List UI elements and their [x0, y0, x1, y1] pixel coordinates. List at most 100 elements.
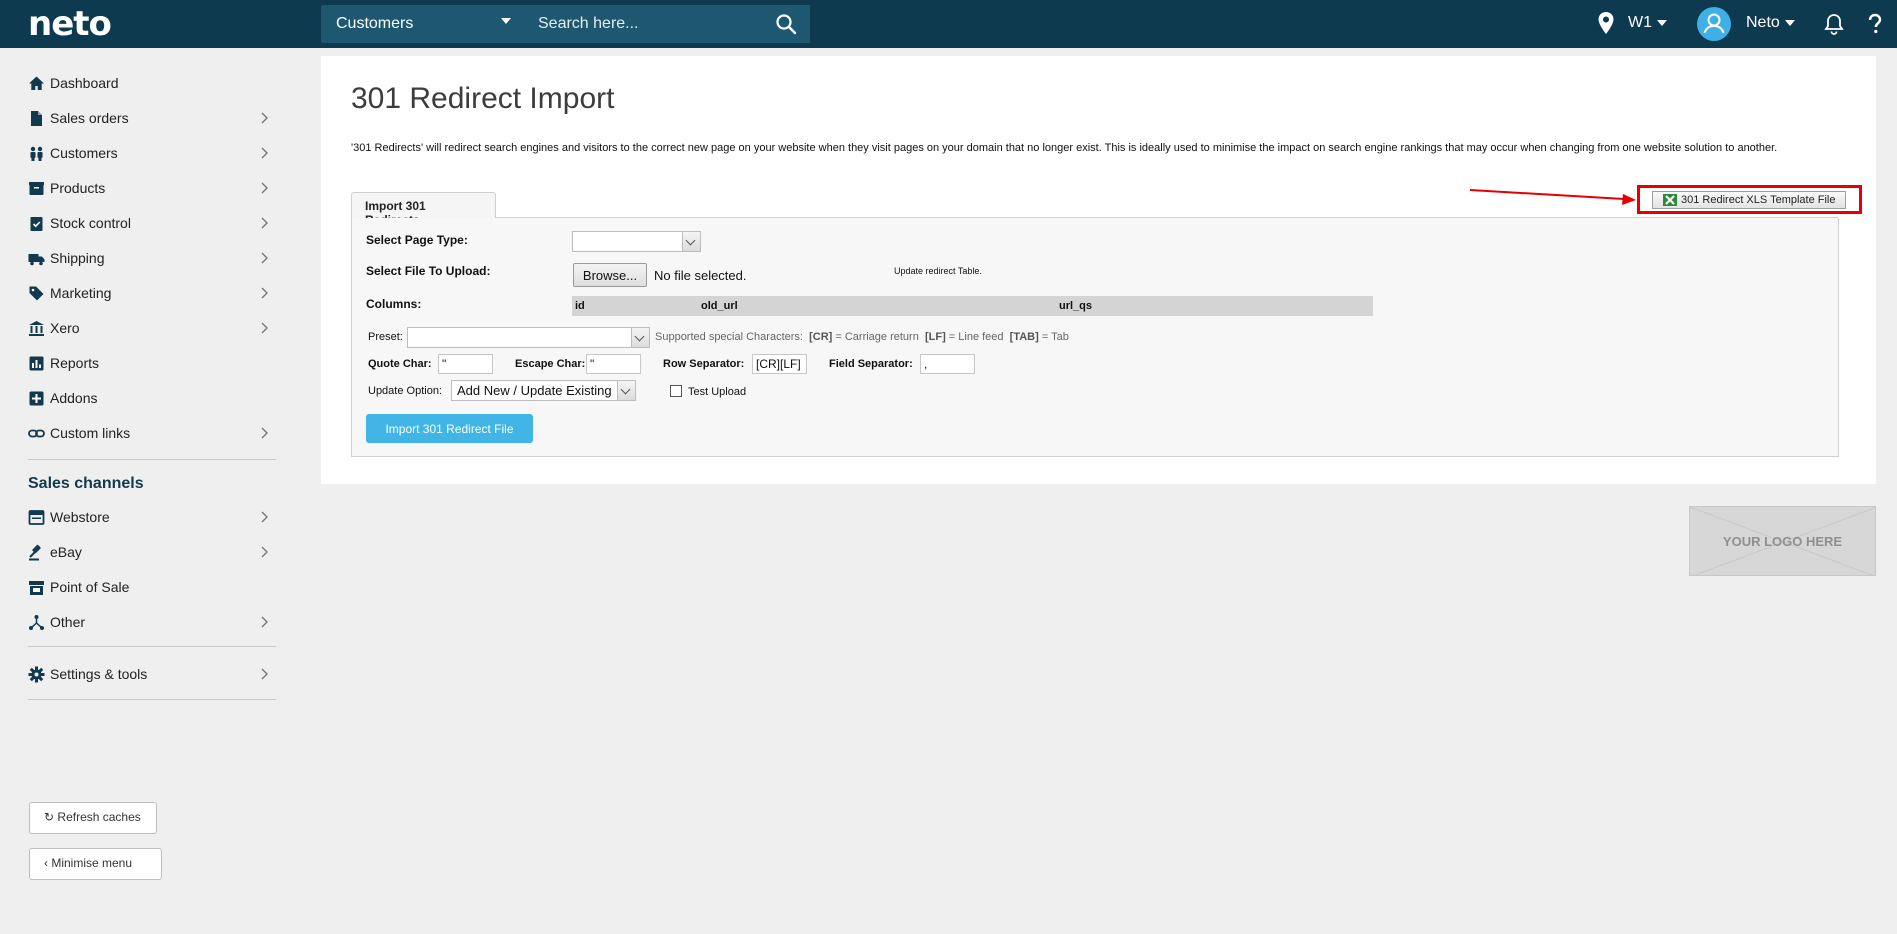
- import-redirect-file-button[interactable]: Import 301 Redirect File: [366, 414, 533, 443]
- row-separator-label: Row Separator:: [663, 358, 745, 370]
- sidebar-item-marketing[interactable]: Marketing: [28, 282, 272, 306]
- caret-down-icon: [1784, 19, 1795, 26]
- chevron-right-icon: [261, 252, 268, 264]
- network-icon: [29, 615, 44, 630]
- special-char-code: [CR]: [809, 331, 833, 343]
- gear-icon: [28, 666, 45, 683]
- clipboard-check-icon: [30, 217, 43, 231]
- sidebar-item-xero[interactable]: Xero: [28, 317, 272, 341]
- escape-char-label: Escape Char:: [515, 358, 586, 370]
- sidebar-item-settings-tools[interactable]: Settings & tools: [28, 663, 272, 687]
- users-icon: [30, 146, 43, 161]
- sidebar-item-stock-control[interactable]: Stock control: [28, 212, 272, 236]
- sidebar-item-ebay[interactable]: eBay: [28, 541, 272, 565]
- dropdown-arrow-icon: [631, 328, 649, 347]
- preset-label: Preset:: [368, 331, 403, 343]
- sidebar-item-customers[interactable]: Customers: [28, 142, 272, 166]
- page-type-select[interactable]: [572, 231, 701, 252]
- sidebar-item-custom-links[interactable]: Custom links: [28, 422, 272, 446]
- excel-icon: [1663, 194, 1677, 206]
- chevron-right-icon: [261, 287, 268, 299]
- chevron-left-icon: ‹: [44, 856, 48, 870]
- sidebar-item-reports[interactable]: Reports: [28, 352, 272, 376]
- field-separator-input[interactable]: ,: [920, 354, 975, 374]
- plus-square-icon: [29, 391, 44, 406]
- preset-select[interactable]: [407, 327, 650, 348]
- sidebar-item-label: Sales orders: [50, 110, 129, 126]
- user-menu[interactable]: Neto: [1746, 14, 1795, 32]
- update-option-label: Update Option:: [368, 385, 442, 397]
- refresh-caches-label: Refresh caches: [57, 810, 141, 824]
- home-icon: [29, 76, 44, 90]
- special-characters-label: Supported special Characters:: [655, 331, 803, 343]
- refresh-caches-button[interactable]: ↻ Refresh caches: [29, 802, 157, 834]
- chevron-right-icon: [261, 511, 268, 523]
- sidebar-divider: [28, 459, 276, 460]
- minimise-menu-button[interactable]: ‹ Minimise menu: [29, 848, 162, 880]
- sidebar-item-label: Reports: [50, 355, 100, 371]
- xls-template-download-button[interactable]: 301 Redirect XLS Template File: [1652, 191, 1846, 209]
- sidebar-item-point-of-sale[interactable]: Point of Sale: [28, 576, 272, 600]
- neto-logo[interactable]: neto: [28, 4, 112, 44]
- bell-icon[interactable]: [1824, 13, 1844, 35]
- sidebar-item-shipping[interactable]: Shipping: [28, 247, 272, 271]
- sidebar-divider: [28, 699, 276, 700]
- help-icon[interactable]: [1866, 13, 1884, 35]
- bar-chart-icon: [29, 356, 44, 371]
- sidebar-item-label: Xero: [50, 320, 80, 336]
- test-upload-label: Test Upload: [688, 386, 747, 398]
- browse-file-button[interactable]: Browse...: [573, 263, 647, 287]
- test-upload-checkbox[interactable]: [670, 385, 682, 397]
- logo-placeholder: YOUR LOGO HERE: [1689, 506, 1876, 576]
- special-char-desc: = Tab: [1041, 331, 1069, 343]
- quote-char-input[interactable]: ": [438, 354, 493, 374]
- truck-icon: [28, 254, 45, 266]
- escape-char-input[interactable]: ": [586, 354, 641, 374]
- sidebar-item-label: eBay: [50, 544, 82, 560]
- special-characters-info: Supported special Characters: [CR] = Car…: [655, 331, 1069, 343]
- store-icon: [29, 581, 44, 595]
- user-name: Neto: [1746, 14, 1780, 31]
- search-input[interactable]: [524, 5, 810, 43]
- window-icon: [28, 510, 45, 525]
- row-separator-input[interactable]: [CR][LF]: [752, 354, 807, 374]
- sidebar-item-label: Point of Sale: [50, 579, 130, 595]
- field-separator-label: Field Separator:: [829, 358, 913, 370]
- update-option-select[interactable]: Add New / Update Existing: [451, 380, 636, 401]
- location-selector[interactable]: W1: [1628, 14, 1667, 32]
- dropdown-arrow-icon: [617, 381, 635, 400]
- sidebar-item-sales-orders[interactable]: Sales orders: [28, 107, 272, 131]
- update-table-note: Update redirect Table.: [894, 266, 982, 276]
- link-icon: [28, 429, 45, 438]
- minimise-menu-label: Minimise menu: [51, 856, 133, 870]
- search-category-select[interactable]: Customers: [321, 5, 524, 43]
- sidebar-item-webstore[interactable]: Webstore: [28, 506, 272, 530]
- sidebar-item-label: Addons: [50, 390, 98, 406]
- chevron-right-icon: [261, 112, 268, 124]
- columns-label: Columns:: [366, 297, 422, 311]
- sidebar-item-label: Settings & tools: [50, 666, 148, 682]
- sidebar-item-label: Other: [50, 614, 86, 630]
- sidebar-item-other[interactable]: Other: [28, 611, 272, 635]
- sidebar-item-label: Products: [50, 180, 106, 196]
- location-pin-icon[interactable]: [1597, 11, 1615, 35]
- quote-char-label: Quote Char:: [368, 358, 432, 370]
- special-char-code: [LF]: [924, 331, 946, 343]
- sidebar-item-label: Dashboard: [50, 75, 119, 91]
- sidebar-item-label: Customers: [50, 145, 118, 161]
- sidebar-item-products[interactable]: Products: [28, 177, 272, 201]
- caret-down-icon: [1657, 19, 1667, 26]
- search-bar: Customers: [321, 5, 810, 43]
- sidebar-item-dashboard[interactable]: Dashboard: [28, 72, 272, 96]
- special-char-code: [TAB]: [1009, 331, 1039, 343]
- chevron-right-icon: [261, 546, 268, 558]
- page-type-label: Select Page Type:: [366, 233, 468, 247]
- sidebar-item-label: Marketing: [50, 285, 112, 301]
- sidebar-item-addons[interactable]: Addons: [28, 387, 272, 411]
- tab-import-301-redirects[interactable]: Import 301 Redirects: [351, 192, 496, 227]
- refresh-icon: ↻: [44, 810, 55, 824]
- search-icon[interactable]: [775, 13, 797, 35]
- column-id: id: [575, 300, 585, 312]
- bank-icon: [29, 321, 44, 336]
- user-avatar[interactable]: [1697, 7, 1731, 41]
